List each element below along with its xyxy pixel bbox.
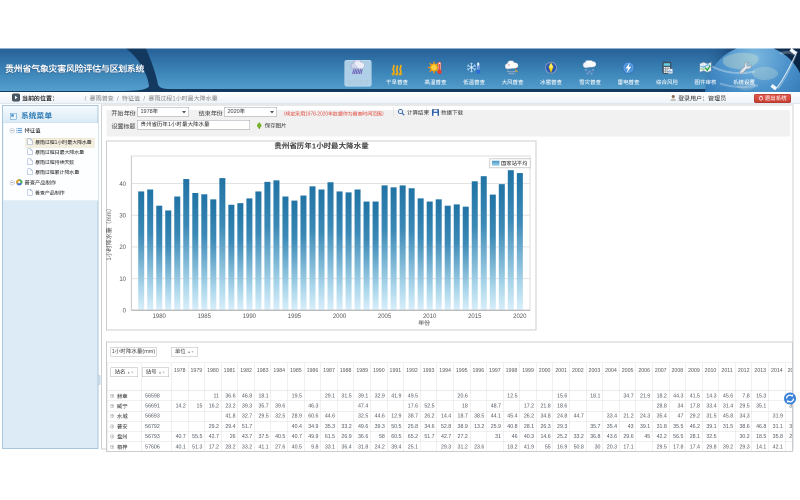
svg-text:贵州省历年1小时最大降水量: 贵州省历年1小时最大降水量 bbox=[274, 142, 369, 151]
svg-text:国家站平均: 国家站平均 bbox=[501, 160, 528, 167]
svg-text:2020: 2020 bbox=[513, 314, 527, 320]
svg-text:1小时降水量（mm）: 1小时降水量（mm） bbox=[106, 205, 113, 260]
svg-text:1990: 1990 bbox=[243, 314, 257, 320]
svg-text:2010: 2010 bbox=[423, 314, 437, 320]
svg-text:30: 30 bbox=[119, 213, 126, 219]
svg-text:1985: 1985 bbox=[198, 314, 212, 320]
svg-text:2005: 2005 bbox=[378, 314, 392, 320]
svg-text:40: 40 bbox=[119, 182, 126, 188]
svg-text:1995: 1995 bbox=[288, 314, 302, 320]
svg-text:1980: 1980 bbox=[153, 314, 167, 320]
svg-text:2000: 2000 bbox=[333, 314, 347, 320]
svg-text:20: 20 bbox=[119, 245, 126, 251]
svg-text:10: 10 bbox=[119, 277, 126, 283]
svg-text:2015: 2015 bbox=[468, 314, 482, 320]
